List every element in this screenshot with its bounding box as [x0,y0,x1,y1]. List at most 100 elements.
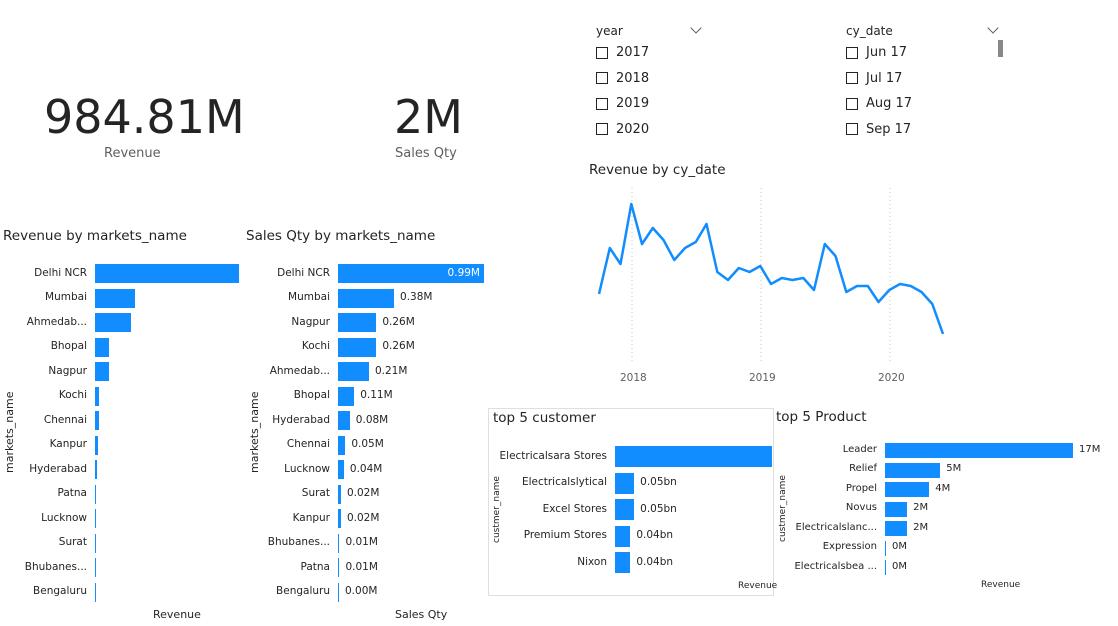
data-label: 0.05bn [640,476,677,488]
category-label: Surat [301,487,330,499]
bar[interactable] [95,558,96,577]
revenue-line[interactable] [597,202,945,335]
category-label: Mumbai [45,291,87,303]
data-label: 0.04M [349,462,383,475]
year-slicer: year 2017 2018 2019 2020 [590,20,710,145]
bar[interactable] [885,443,1073,458]
bar[interactable] [885,482,930,497]
data-label: 0.21M [374,364,408,377]
slicer-scrollbar[interactable] [998,40,1003,57]
bar[interactable] [615,525,631,547]
x-axis-title: Revenue [738,581,778,591]
slicer-item[interactable]: Jun 17 [846,45,907,60]
bar[interactable] [338,460,344,479]
bar[interactable] [338,288,395,308]
checkbox[interactable] [596,46,608,59]
slicer-item-label: 2020 [616,121,650,137]
slicer-item[interactable]: 2018 [596,71,649,86]
bar[interactable] [95,582,96,602]
chart-title: Revenue by markets_name [3,228,187,244]
category-label: Bhubanes... [267,536,330,548]
category-label: Leader [842,443,877,455]
category-label: Hyderabad [29,462,87,475]
bar[interactable] [95,313,131,332]
bar[interactable] [95,411,100,430]
data-label: 0.05bn [640,502,677,515]
slicer-item[interactable]: Aug 17 [846,96,912,111]
category-label: Patna [300,560,330,573]
bar[interactable] [338,362,369,381]
checkbox[interactable] [846,123,858,135]
x-tick-label: 2020 [878,372,905,384]
data-label: 0.02M [346,511,380,524]
revenue-kpi-card[interactable]: 984.81M Revenue [30,88,245,168]
x-axis-title: Sales Qty [395,608,448,621]
bar[interactable] [95,386,100,406]
bar[interactable] [95,288,136,308]
sales-qty-kpi-card[interactable]: 2M Sales Qty [380,88,480,168]
data-label: 2M [913,502,929,513]
bar[interactable] [615,472,635,494]
slicer-item[interactable]: 2019 [596,96,649,111]
category-label: Kochi [58,389,87,401]
chart-title: Sales Qty by markets_name [246,228,436,244]
checkbox[interactable] [596,72,608,84]
category-label: Bengaluru [276,585,330,597]
category-label: Relief [849,463,877,474]
bar[interactable] [338,337,377,357]
bar[interactable] [338,533,340,553]
slicer-item[interactable]: 2020 [596,122,649,137]
data-label: 0.04bn [636,555,674,568]
bar[interactable] [338,313,377,332]
x-axis-title: Revenue [981,580,1021,590]
line-chart-svg[interactable] [585,158,965,393]
cy-date-slicer-title: cy_date [846,24,893,38]
y-axis-title: markets_name [248,391,261,473]
bar[interactable] [95,509,97,528]
bar[interactable] [338,386,355,406]
bar[interactable] [885,560,886,575]
bar[interactable] [885,462,941,478]
bar[interactable] [338,509,341,528]
bar[interactable] [338,484,341,504]
slicer-item[interactable]: 2017 [596,45,649,60]
bar[interactable] [885,521,908,536]
bar[interactable] [95,435,98,455]
data-label: 17M [1079,443,1101,455]
bar[interactable] [885,540,886,556]
category-label: Chennai [286,438,330,450]
checkbox[interactable] [596,123,608,135]
bar[interactable] [885,501,908,517]
data-label: 0.99M [447,266,480,279]
bar[interactable] [338,582,339,602]
slicer-item[interactable]: Sep 17 [846,122,911,137]
checkbox[interactable] [596,97,608,110]
bar[interactable] [615,499,635,520]
category-label: Nagpur [291,315,330,328]
bar[interactable] [338,558,340,577]
bar[interactable] [338,411,350,430]
checkbox[interactable] [846,97,858,110]
bar[interactable] [615,446,772,467]
category-label: Delhi NCR [34,266,87,279]
chart-title: top 5 customer [493,410,596,426]
revenue-kpi-label: Revenue [104,146,161,161]
checkbox[interactable] [846,46,858,59]
bar[interactable] [95,362,110,381]
year-slicer-title: year [596,24,623,38]
category-label: Kochi [301,340,330,352]
bar[interactable] [338,435,346,455]
category-label: Mumbai [288,291,330,303]
chevron-down-icon[interactable] [987,22,999,34]
bar[interactable] [95,337,110,357]
bar[interactable] [95,460,98,479]
bar[interactable] [95,264,239,283]
bar[interactable] [95,484,97,504]
bar[interactable] [95,533,96,553]
checkbox[interactable] [846,72,858,84]
data-label: 2M [913,521,929,533]
chevron-down-icon[interactable] [690,22,702,34]
x-tick-label: 2018 [620,372,647,384]
bar[interactable] [615,552,631,573]
slicer-item[interactable]: Jul 17 [846,71,902,86]
